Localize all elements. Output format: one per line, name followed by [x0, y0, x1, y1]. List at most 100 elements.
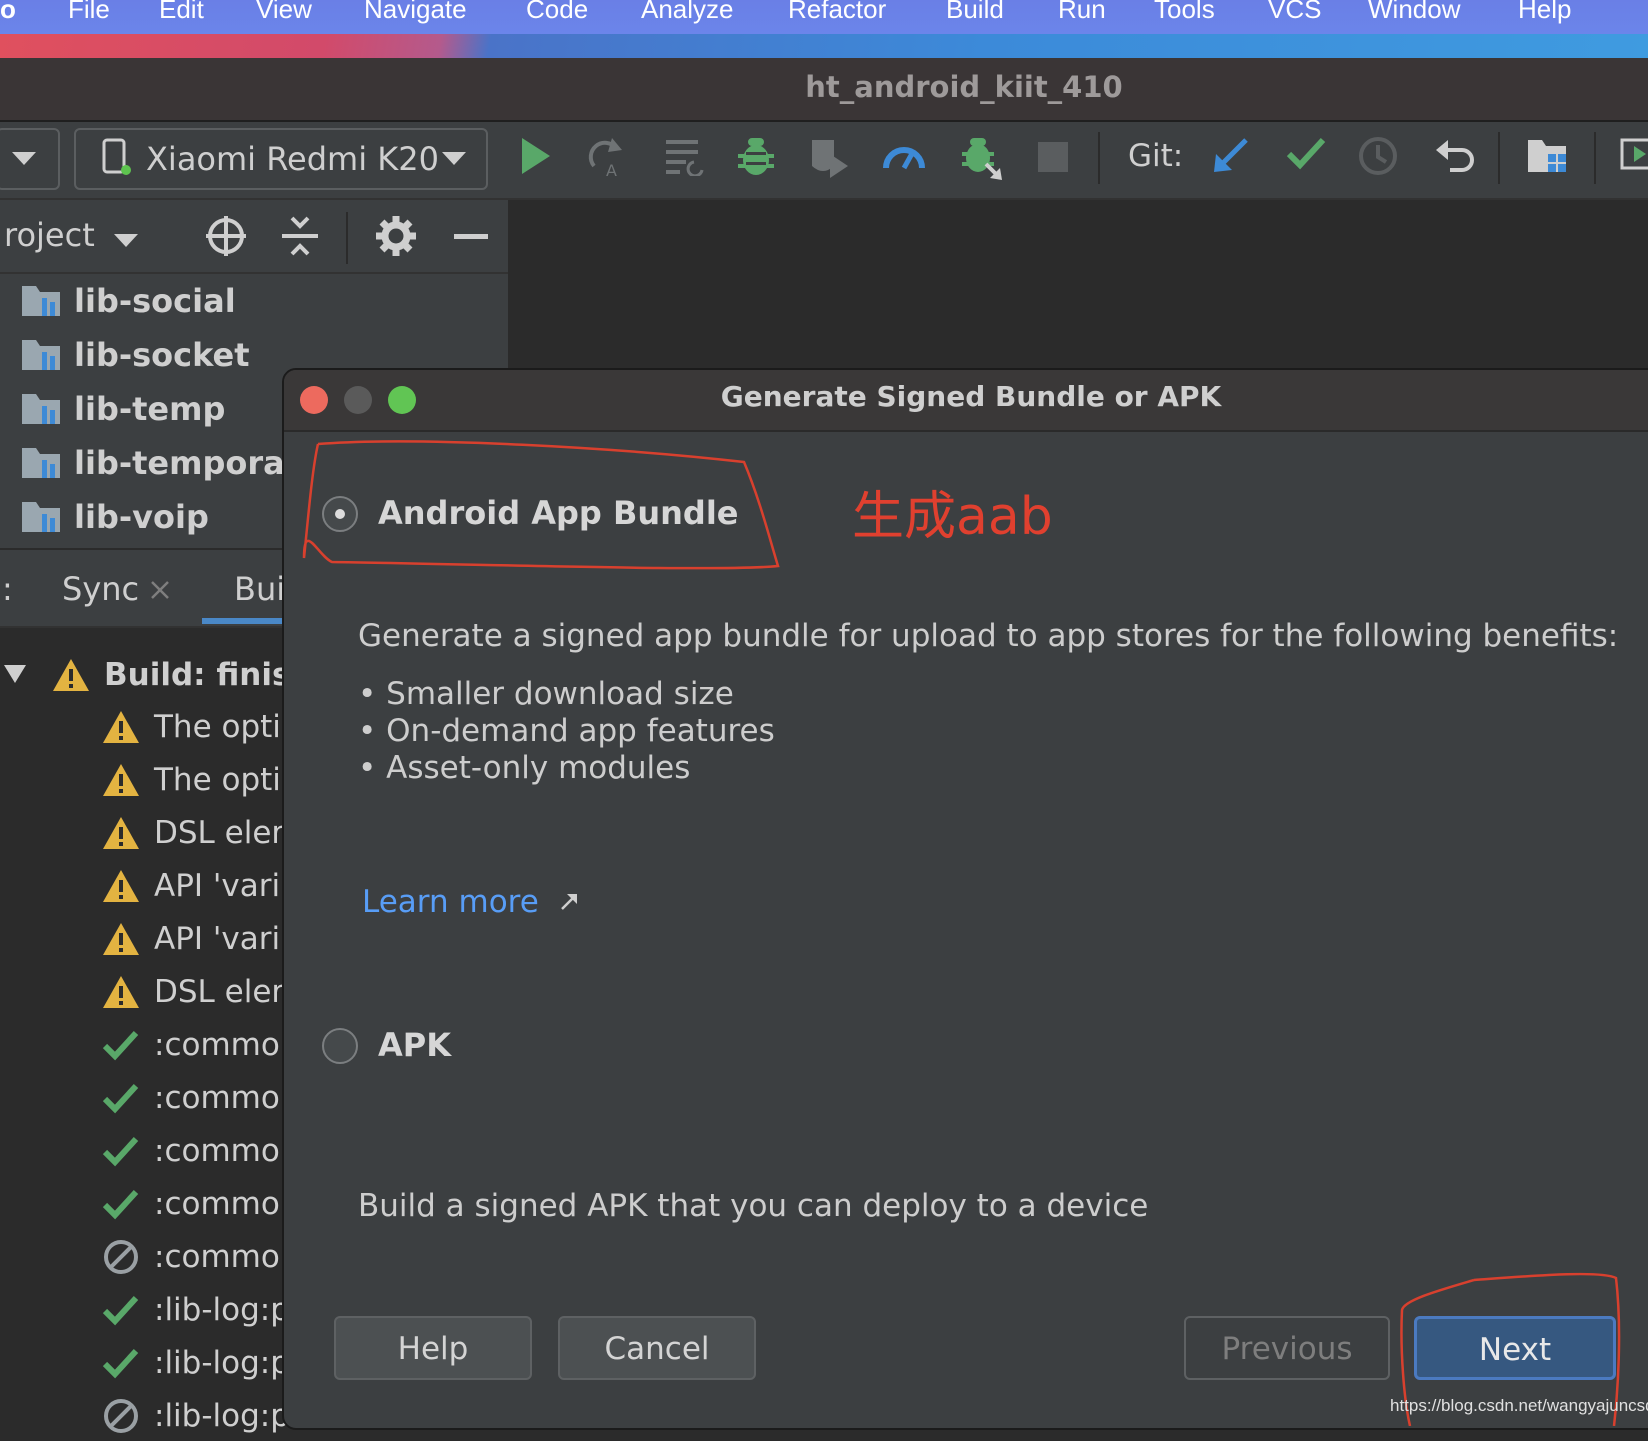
apply-code-changes-icon[interactable]: [664, 136, 706, 176]
expand-triangle-icon[interactable]: [4, 665, 26, 685]
config-dropdown[interactable]: [0, 128, 60, 190]
chevron-down-icon: [442, 152, 466, 165]
menu-view[interactable]: View: [256, 0, 312, 25]
apply-changes-restart-icon[interactable]: A: [586, 136, 626, 178]
module-folder-icon: [22, 502, 60, 532]
build-tab-prefix: :: [2, 570, 13, 608]
menu-analyze[interactable]: Analyze: [641, 0, 734, 25]
apk-description: Build a signed APK that you can deploy t…: [358, 1188, 1149, 1224]
help-button[interactable]: Help: [334, 1316, 532, 1380]
minimize-icon[interactable]: [454, 234, 488, 240]
git-update-icon[interactable]: [1212, 136, 1250, 174]
tree-item-lib-temp[interactable]: lib-temp: [22, 384, 225, 434]
cancel-button[interactable]: Cancel: [558, 1316, 756, 1380]
tree-item-label: lib-temporar: [74, 444, 301, 482]
tree-item-lib-socket[interactable]: lib-socket: [22, 330, 250, 380]
menu-edit[interactable]: Edit: [159, 0, 204, 25]
git-commit-icon[interactable]: [1286, 136, 1326, 170]
tab-build[interactable]: Bui: [234, 570, 285, 608]
window-title: ht_android_kiit_410: [805, 70, 1123, 104]
run-icon[interactable]: [520, 136, 552, 176]
menu-file[interactable]: File: [68, 0, 110, 25]
menu-refactor[interactable]: Refactor: [788, 0, 886, 25]
stop-icon[interactable]: [1038, 142, 1068, 172]
menu-code[interactable]: Code: [526, 0, 588, 25]
tree-item-lib-social[interactable]: lib-social: [22, 276, 236, 326]
git-history-icon[interactable]: [1358, 136, 1398, 176]
debug-icon[interactable]: [736, 136, 776, 178]
gear-icon[interactable]: [376, 216, 416, 256]
build-message-text: :lib-log:p: [154, 1345, 290, 1381]
build-message-row[interactable]: The opti: [102, 702, 281, 752]
module-folder-icon: [22, 340, 60, 370]
build-message-text: The opti: [154, 709, 281, 745]
tree-item-label: lib-socket: [74, 336, 250, 374]
build-message-row[interactable]: :common: [102, 1126, 299, 1176]
build-message-row[interactable]: The opti: [102, 755, 281, 805]
build-message-text: DSL elem: [154, 815, 302, 851]
warning-icon: [103, 764, 139, 796]
skipped-icon: [104, 1399, 138, 1433]
build-message-row[interactable]: :common: [102, 1232, 299, 1282]
active-tab-indicator: [202, 618, 286, 624]
main-toolbar: Xiaomi Redmi K20 A Git:: [0, 122, 1648, 200]
build-message-row[interactable]: DSL elem: [102, 967, 302, 1017]
close-icon[interactable]: [150, 580, 170, 600]
tree-item-lib-temporary[interactable]: lib-temporar: [22, 438, 301, 488]
benefit-item: • On-demand app features: [358, 713, 775, 749]
profiler-icon[interactable]: [882, 136, 926, 172]
module-folder-icon: [22, 448, 60, 478]
run-anything-icon[interactable]: [1620, 136, 1648, 172]
build-message-row[interactable]: :lib-log:p: [102, 1338, 290, 1388]
build-message-row[interactable]: :common: [102, 1179, 299, 1229]
benefit-item: • Smaller download size: [358, 676, 734, 712]
tab-sync[interactable]: Sync: [62, 570, 139, 608]
chevron-down-icon[interactable]: [114, 234, 138, 248]
menu-navigate[interactable]: Navigate: [364, 0, 467, 25]
build-message-row[interactable]: :lib-log:p: [102, 1285, 290, 1335]
build-message-text: :lib-log:p: [154, 1292, 290, 1328]
option-bundle-label[interactable]: Android App Bundle: [378, 494, 738, 532]
build-message-row[interactable]: API 'varia: [102, 861, 299, 911]
radio-apk[interactable]: [322, 1028, 358, 1064]
menu-window[interactable]: Window: [1368, 0, 1460, 25]
device-selector[interactable]: Xiaomi Redmi K20: [74, 128, 488, 190]
skipped-icon: [104, 1240, 138, 1274]
learn-more-link[interactable]: Learn more: [362, 884, 579, 920]
benefit-text: Asset-only modules: [386, 750, 691, 786]
radio-android-app-bundle[interactable]: [322, 496, 358, 532]
option-apk-label[interactable]: APK: [378, 1026, 451, 1064]
menu-app[interactable]: o: [0, 0, 16, 25]
locate-icon[interactable]: [206, 216, 246, 256]
build-message-row[interactable]: API 'varia: [102, 914, 299, 964]
menu-run[interactable]: Run: [1058, 0, 1106, 25]
run-with-coverage-icon[interactable]: [808, 136, 850, 178]
dialog-title-bar: Generate Signed Bundle or APK: [284, 370, 1648, 432]
warning-icon: [103, 976, 139, 1008]
tree-item-label: lib-voip: [74, 498, 209, 536]
project-structure-icon[interactable]: [1526, 136, 1568, 174]
build-message-text: :common: [154, 1133, 300, 1169]
git-rollback-icon[interactable]: [1434, 136, 1474, 176]
menu-tools[interactable]: Tools: [1154, 0, 1215, 25]
build-message-row[interactable]: :lib-log:p: [102, 1391, 290, 1441]
collapse-all-icon[interactable]: [282, 216, 318, 256]
tree-item-lib-voip[interactable]: lib-voip: [22, 492, 209, 542]
next-button[interactable]: Next: [1414, 1316, 1616, 1380]
toolbar-separator: [1098, 132, 1100, 184]
menu-help[interactable]: Help: [1518, 0, 1571, 25]
project-view-selector[interactable]: roject: [4, 216, 95, 254]
build-message-row[interactable]: :common: [102, 1020, 299, 1070]
build-message-row[interactable]: DSL elem: [102, 808, 302, 858]
build-message-text: :common: [154, 1027, 300, 1063]
previous-button[interactable]: Previous: [1184, 1316, 1390, 1380]
build-root-row[interactable]: Build: finish: [4, 650, 313, 700]
menu-vcs[interactable]: VCS: [1268, 0, 1321, 25]
module-folder-icon: [22, 286, 60, 316]
menu-build[interactable]: Build: [946, 0, 1004, 25]
toolbar-separator: [1594, 132, 1596, 184]
chevron-down-icon: [12, 152, 36, 165]
warning-icon: [103, 711, 139, 743]
build-message-row[interactable]: :common: [102, 1073, 299, 1123]
attach-debugger-icon[interactable]: [960, 136, 1004, 180]
